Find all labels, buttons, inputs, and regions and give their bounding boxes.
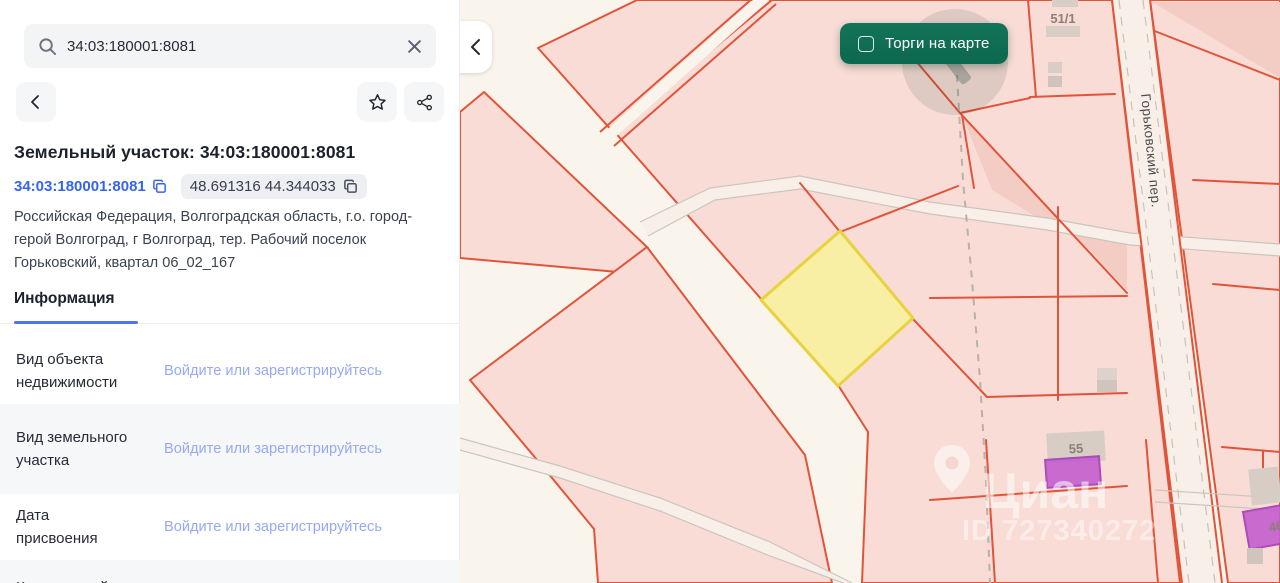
coordinates-pill[interactable]: 48.691316 44.344033 [180, 174, 367, 199]
copy-icon[interactable] [343, 179, 358, 194]
cadastral-map-app: Земельный участок: 34:03:180001:8081 34:… [0, 0, 1280, 583]
house-label-46: 46 [1267, 518, 1280, 535]
page-title: Земельный участок: 34:03:180001:8081 [14, 142, 356, 162]
search-input[interactable] [67, 37, 397, 55]
share-icon [416, 94, 432, 110]
house-label-55: 55 [1068, 441, 1083, 457]
torgi-label: Торги на карте [885, 35, 990, 52]
cian-watermark-text: Циан [983, 463, 1108, 519]
star-icon [368, 93, 386, 110]
coordinates-text: 48.691316 44.344033 [189, 178, 336, 195]
cadastral-map-svg: 51/1 55 46 Горьковский пер. Циан ID 7273… [460, 0, 1280, 583]
auth-link[interactable]: Войдите или зарегистрируйтесь [164, 519, 382, 535]
parcel-label-51: 51/1 [1050, 11, 1075, 26]
back-button[interactable] [16, 82, 56, 122]
torgi-checkbox[interactable] [858, 35, 874, 52]
info-row-cadastral: Кадастровый [0, 560, 460, 583]
auth-link[interactable]: Войдите или зарегистрируйтесь [164, 441, 382, 457]
active-tab-underline [14, 321, 138, 324]
auth-link[interactable]: Войдите или зарегистрируйтесь [164, 363, 382, 379]
map-canvas[interactable]: 51/1 55 46 Горьковский пер. Циан ID 7273… [460, 0, 1280, 583]
torgi-toggle-button[interactable]: Торги на карте [840, 23, 1008, 64]
tab-bar: Информация [0, 286, 460, 324]
object-toolbar [16, 82, 444, 122]
chevron-left-icon [471, 39, 480, 55]
favorite-button[interactable] [357, 82, 397, 122]
cadastral-number-text: 34:03:180001:8081 [14, 178, 146, 195]
search-icon [38, 37, 57, 56]
tab-information[interactable]: Информация [14, 290, 115, 322]
info-row-land-type: Вид земельного участка Войдите или зарег… [0, 404, 460, 494]
info-row-object-type: Вид объекта недвижимости Войдите или зар… [0, 338, 460, 404]
row-label: Кадастровый [16, 576, 134, 583]
info-rows: Вид объекта недвижимости Войдите или зар… [0, 338, 460, 583]
row-label: Вид объекта недвижимости [16, 351, 118, 391]
object-chips: 34:03:180001:8081 48.691316 44.344033 [14, 174, 367, 199]
clear-search-icon[interactable] [407, 39, 422, 54]
share-button[interactable] [404, 82, 444, 122]
cadastral-number-link[interactable]: 34:03:180001:8081 [14, 178, 167, 195]
id-watermark-text: ID 727340272 [962, 515, 1156, 547]
copy-icon[interactable] [152, 179, 167, 194]
info-row-assignment-date: Дата присвоения Войдите или зарегистриру… [0, 494, 460, 560]
object-address: Российская Федерация, Волгоградская обла… [14, 209, 413, 271]
row-label: Вид земельного участка [16, 429, 128, 469]
search-bar[interactable] [24, 24, 436, 68]
row-label: Дата присвоения [16, 507, 98, 547]
collapse-sidebar-button[interactable] [460, 21, 492, 73]
sidebar: Земельный участок: 34:03:180001:8081 34:… [0, 0, 460, 583]
